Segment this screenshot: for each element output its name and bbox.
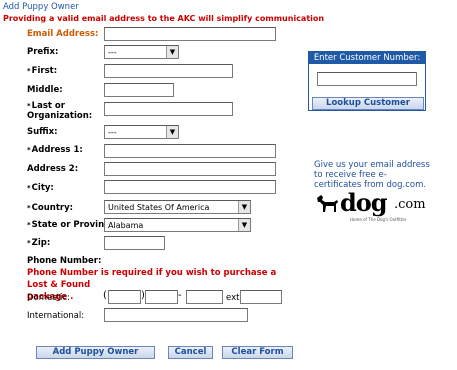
required-marker: *: [27, 221, 31, 229]
required-marker: *: [27, 239, 31, 247]
international-label: International:: [27, 311, 85, 321]
customer-number-input[interactable]: [317, 72, 417, 86]
address1-label: *Address 1:: [27, 145, 83, 155]
clear-form-button[interactable]: Clear Form: [222, 346, 293, 359]
suffix-label: Suffix:: [27, 127, 58, 137]
country-selected: United States Of America: [108, 203, 210, 212]
logo-com-text: .com: [394, 197, 426, 212]
middle-label: Middle:: [27, 85, 63, 95]
customer-lookup-panel: Enter Customer Number: Lookup Customer: [308, 51, 426, 111]
required-marker: *: [27, 204, 31, 212]
suffix-select[interactable]: --- ▼: [104, 125, 179, 139]
city-label: *City:: [27, 183, 54, 193]
promo-text: Give us your email address to receive fr…: [314, 160, 430, 190]
email-label: Email Address:: [27, 29, 99, 39]
phone-prefix-input[interactable]: [145, 290, 178, 304]
country-label: *Country:: [27, 203, 73, 213]
state-selected: Alabama: [108, 221, 144, 230]
open-paren: (: [103, 290, 107, 301]
dog-com-logo[interactable]: dog .com Home of The Dog's Outfitter: [314, 188, 434, 222]
prefix-select[interactable]: --- ▼: [104, 45, 179, 59]
country-select[interactable]: United States Of America ▼: [104, 200, 251, 214]
address1-input[interactable]: [104, 144, 276, 158]
required-marker: *: [27, 102, 31, 110]
zip-label-text: Zip:: [31, 238, 51, 248]
required-marker: *: [27, 184, 31, 192]
phone-dash: -: [178, 290, 182, 301]
chevron-down-icon: ▼: [238, 219, 250, 231]
last-label-line2: Organization:: [27, 111, 93, 121]
international-phone-input[interactable]: [104, 308, 248, 322]
chevron-down-icon: ▼: [166, 46, 178, 58]
phone-note-period: .: [70, 292, 74, 302]
first-label: *First:: [27, 66, 57, 76]
add-puppy-owner-button[interactable]: Add Puppy Owner: [36, 346, 155, 359]
prefix-label: Prefix:: [27, 47, 59, 57]
domestic-label: Domestic:: [27, 293, 70, 303]
last-label: *Last or Organization:: [27, 101, 92, 121]
lost-found-link[interactable]: Lost & Found: [27, 280, 90, 290]
lookup-customer-button[interactable]: Lookup Customer: [312, 97, 424, 110]
cancel-button[interactable]: Cancel: [168, 346, 213, 359]
customer-lookup-header: Enter Customer Number:: [309, 52, 425, 64]
address2-label: Address 2:: [27, 164, 79, 174]
required-marker: *: [27, 67, 31, 75]
chevron-down-icon: ▼: [238, 201, 250, 213]
country-label-text: Country:: [31, 203, 74, 213]
last-name-input[interactable]: [104, 102, 233, 116]
last-label-line1: Last or: [31, 101, 65, 111]
dog-silhouette-icon: [317, 195, 338, 212]
first-label-text: First:: [31, 66, 58, 76]
required-marker: *: [27, 146, 31, 154]
email-input[interactable]: [104, 27, 276, 41]
address1-label-text: Address 1:: [31, 145, 83, 155]
first-name-input[interactable]: [104, 64, 233, 78]
phone-ext-input[interactable]: [240, 290, 282, 304]
section-title: Add Puppy Owner: [3, 2, 79, 12]
zip-label: *Zip:: [27, 238, 50, 248]
logo-dog-text: dog: [340, 188, 388, 217]
logo-tagline: Home of The Dog's Outfitter: [350, 217, 407, 222]
state-select[interactable]: Alabama ▼: [104, 218, 251, 232]
zip-input[interactable]: [104, 236, 165, 250]
phone-heading: Phone Number:: [27, 256, 102, 266]
chevron-down-icon: ▼: [166, 126, 178, 138]
area-code-input[interactable]: [108, 290, 141, 304]
address2-input[interactable]: [104, 162, 276, 176]
city-input[interactable]: [104, 180, 276, 194]
city-label-text: City:: [31, 183, 54, 193]
phone-line-input[interactable]: [186, 290, 223, 304]
email-notice: Providing a valid email address to the A…: [3, 14, 325, 23]
suffix-selected: ---: [108, 128, 117, 137]
middle-name-input[interactable]: [104, 83, 174, 97]
phone-note-text: Phone Number is required if you wish to …: [27, 268, 277, 278]
prefix-selected: ---: [108, 48, 117, 57]
